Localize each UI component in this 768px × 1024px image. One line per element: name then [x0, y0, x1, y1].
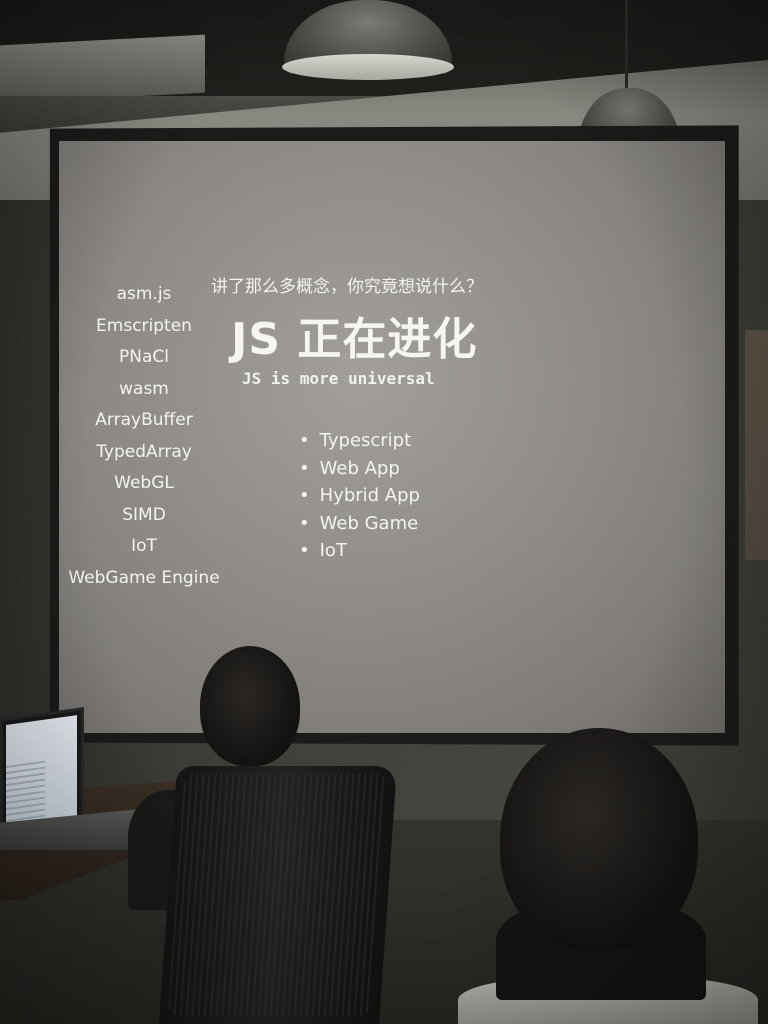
keyword-item: WebGL	[114, 473, 174, 493]
lamp-rim	[282, 54, 454, 80]
keyword-item: IoT	[131, 536, 157, 556]
bullet-item: Web Game	[299, 510, 519, 538]
person-left-head	[200, 646, 300, 766]
bullet-item: Typescript	[299, 427, 519, 455]
bullet-item: Web App	[299, 455, 519, 483]
slide-keyword-list: asm.js Emscripten PNaCl wasm ArrayBuffer…	[61, 279, 227, 594]
bullet-item: IoT	[299, 537, 519, 565]
ceiling-light-panel	[0, 34, 205, 104]
laptop-display	[6, 715, 77, 833]
person-right-head	[500, 728, 698, 950]
chair-mesh	[167, 774, 389, 1016]
keyword-item: WebGame Engine	[68, 567, 220, 588]
keyword-item: Emscripten	[96, 315, 192, 336]
lamp-cord-right	[625, 0, 628, 92]
keyword-item: asm.js	[116, 284, 172, 304]
keyword-item: SIMD	[122, 504, 166, 525]
keyword-item: wasm	[119, 378, 169, 399]
lecture-room-photo: asm.js Emscripten PNaCl wasm ArrayBuffer…	[0, 0, 768, 1024]
keyword-item: ArrayBuffer	[95, 410, 193, 430]
bullet-item: Hybrid App	[299, 482, 519, 510]
slide-bullet-list: Typescript Web App Hybrid App Web Game I…	[299, 427, 519, 565]
projection-screen: asm.js Emscripten PNaCl wasm ArrayBuffer…	[59, 141, 725, 733]
slide-title: JS 正在进化	[231, 314, 478, 365]
right-wall-glow	[745, 330, 768, 560]
slide-question: 讲了那么多概念，你究竟想说什么？	[211, 277, 483, 297]
office-chair	[158, 766, 398, 1024]
keyword-item: PNaCl	[119, 347, 169, 367]
keyword-item: TypedArray	[96, 441, 192, 462]
slide-subtitle: JS is more universal	[242, 369, 435, 388]
